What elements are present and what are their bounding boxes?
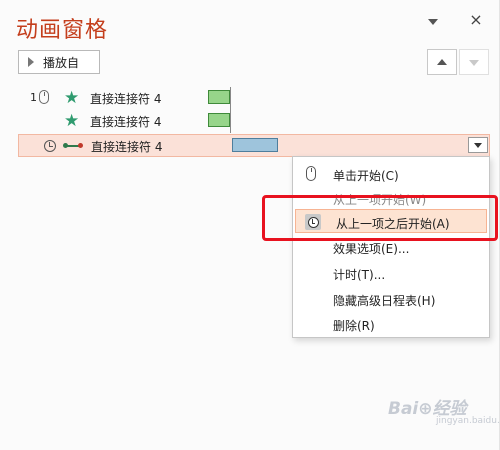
menu-item-hide-advanced-timeline[interactable]: 隐藏高级日程表(H) — [293, 287, 489, 311]
move-up-button[interactable] — [427, 49, 457, 75]
context-menu: 单击开始(C) 从上一项开始(W) 从上一项之后开始(A) 效果选项(E)...… — [292, 156, 490, 338]
after-previous-clock-icon — [44, 140, 56, 152]
entrance-effect-star-icon: ★ — [64, 88, 80, 108]
menu-item-label: 计时(T)... — [333, 268, 386, 282]
play-icon — [28, 57, 34, 67]
pane-options-dropdown-icon[interactable] — [425, 16, 441, 28]
entrance-effect-star-icon: ★ — [64, 111, 80, 131]
menu-item-remove[interactable]: 删除(R) — [293, 312, 489, 336]
animation-item-name: 直接连接符 4 — [90, 92, 162, 106]
motion-path-icon — [63, 143, 83, 148]
menu-item-label: 隐藏高级日程表(H) — [333, 294, 436, 308]
play-from-label: 播放自 — [43, 55, 80, 70]
timing-bar[interactable] — [208, 90, 230, 104]
item-dropdown-button[interactable] — [468, 137, 488, 153]
watermark-url: jingyan.baidu.com — [436, 416, 500, 426]
mouse-click-icon — [39, 90, 49, 104]
animation-list-item-selected[interactable]: 直接连接符 4 — [18, 134, 490, 157]
pane-close-button[interactable]: × — [468, 10, 484, 30]
timing-bar[interactable] — [232, 138, 278, 152]
mouse-click-icon — [306, 166, 316, 181]
animation-list-item[interactable]: ★ 直接连接符 4 — [18, 110, 490, 132]
animation-order-number: 1 — [30, 91, 37, 104]
animation-pane: 动画窗格 × 播放自 1 ★ 直接连接符 4 ★ 直接连接符 4 直接连接符 4… — [0, 0, 500, 450]
menu-item-start-on-click[interactable]: 单击开始(C) — [293, 162, 489, 186]
animation-item-name: 直接连接符 4 — [91, 140, 163, 154]
animation-item-name: 直接连接符 4 — [90, 115, 162, 129]
menu-item-timing[interactable]: 计时(T)... — [293, 261, 489, 285]
highlight-annotation-box — [262, 195, 498, 241]
animation-list-item[interactable]: 1 ★ 直接连接符 4 — [18, 87, 490, 109]
pane-title: 动画窗格 — [16, 18, 109, 43]
play-from-button[interactable]: 播放自 — [18, 50, 100, 74]
menu-item-label: 单击开始(C) — [333, 169, 399, 183]
menu-item-label: 效果选项(E)... — [333, 242, 410, 256]
menu-item-label: 删除(R) — [333, 319, 375, 333]
move-down-button[interactable] — [459, 49, 489, 75]
timing-bar[interactable] — [208, 113, 230, 127]
